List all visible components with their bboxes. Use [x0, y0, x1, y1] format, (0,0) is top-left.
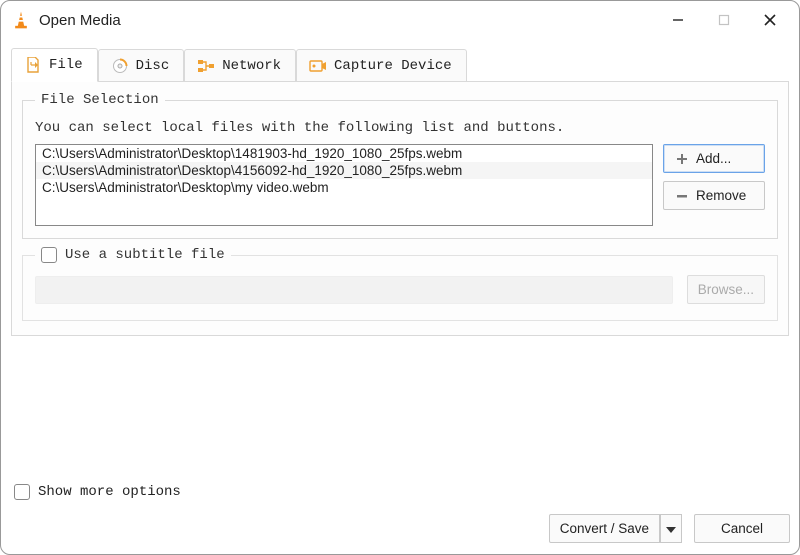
subtitle-group: Use a subtitle file Browse... — [22, 247, 778, 321]
convert-save-label: Convert / Save — [560, 521, 649, 536]
window-title: Open Media — [39, 12, 121, 29]
maximize-button[interactable] — [701, 4, 747, 36]
subtitle-path-input — [35, 276, 673, 304]
more-options-label: Show more options — [38, 484, 181, 500]
file-list[interactable]: C:\Users\Administrator\Desktop\1481903-h… — [35, 144, 653, 226]
tab-file-label: File — [49, 57, 83, 73]
minimize-button[interactable] — [655, 4, 701, 36]
footer: Show more options Convert / Save Cancel — [10, 484, 790, 543]
convert-save-button[interactable]: Convert / Save — [549, 514, 660, 543]
window-controls — [655, 4, 793, 36]
close-button[interactable] — [747, 4, 793, 36]
browse-button: Browse... — [687, 275, 765, 304]
subtitle-checkbox[interactable] — [41, 247, 57, 263]
plus-icon — [674, 152, 690, 166]
file-selection-hint: You can select local files with the foll… — [35, 120, 765, 136]
tab-disc-label: Disc — [136, 58, 170, 74]
add-button[interactable]: Add... — [663, 144, 765, 173]
browse-button-label: Browse... — [698, 282, 754, 297]
cancel-button[interactable]: Cancel — [694, 514, 790, 543]
tab-panel-file: File Selection You can select local file… — [11, 81, 789, 336]
remove-button-label: Remove — [696, 188, 746, 203]
tab-capture[interactable]: Capture Device — [296, 49, 467, 82]
subtitle-legend: Use a subtitle file — [65, 247, 225, 263]
remove-button[interactable]: Remove — [663, 181, 765, 210]
tab-capture-label: Capture Device — [334, 58, 452, 74]
convert-save-splitbutton[interactable]: Convert / Save — [549, 514, 682, 543]
tab-network[interactable]: Network — [184, 49, 296, 82]
file-icon — [24, 57, 42, 73]
more-options-checkbox[interactable] — [14, 484, 30, 500]
convert-save-dropdown[interactable] — [660, 514, 682, 543]
tab-disc[interactable]: Disc — [98, 49, 185, 82]
chevron-down-icon — [666, 521, 676, 536]
cancel-label: Cancel — [721, 521, 763, 536]
minus-icon — [674, 189, 690, 203]
network-icon — [197, 58, 215, 74]
disc-icon — [111, 58, 129, 74]
tab-file[interactable]: File — [11, 48, 98, 82]
list-item[interactable]: C:\Users\Administrator\Desktop\my video.… — [36, 179, 652, 196]
content-area: File Disc Network Capture Device File Se… — [1, 47, 799, 476]
capture-icon — [309, 58, 327, 74]
titlebar: Open Media — [1, 1, 799, 39]
vlc-cone-icon — [11, 10, 31, 30]
tab-bar: File Disc Network Capture Device — [11, 47, 789, 81]
tab-network-label: Network — [222, 58, 281, 74]
list-item[interactable]: C:\Users\Administrator\Desktop\1481903-h… — [36, 145, 652, 162]
add-button-label: Add... — [696, 151, 731, 166]
list-item[interactable]: C:\Users\Administrator\Desktop\4156092-h… — [36, 162, 652, 179]
file-selection-group: File Selection You can select local file… — [22, 92, 778, 239]
file-selection-legend: File Selection — [35, 92, 165, 108]
